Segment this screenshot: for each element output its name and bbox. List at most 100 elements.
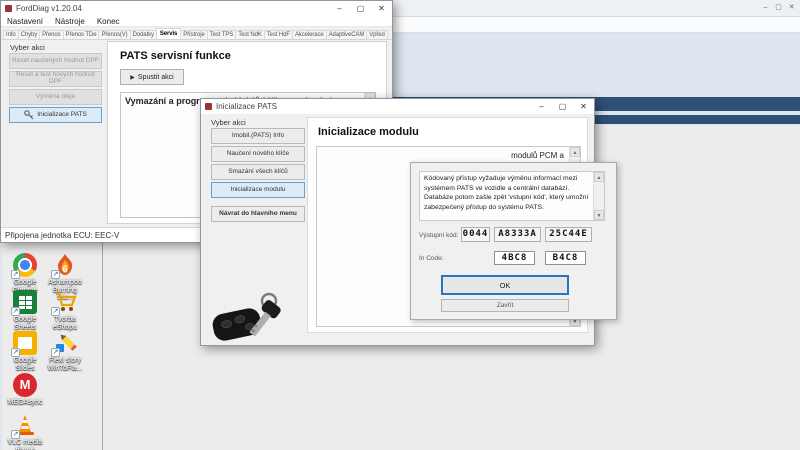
car-keys-image bbox=[209, 289, 304, 349]
pencil-icon: ↗ bbox=[53, 331, 77, 355]
action-button-dpf-reset[interactable]: Reset naučených hodnot DPF bbox=[9, 53, 102, 69]
desktop-icon-megasync[interactable]: M MEGAsync bbox=[6, 373, 44, 407]
slides-icon: ↗ bbox=[13, 331, 37, 355]
key-icon bbox=[24, 110, 34, 120]
incode-field-1[interactable]: 4BC8 bbox=[494, 251, 535, 265]
shortcut-arrow-icon: ↗ bbox=[11, 348, 20, 357]
mega-icon: M bbox=[13, 373, 37, 397]
ok-button[interactable]: OK bbox=[441, 275, 569, 295]
dialog-button-learn-key[interactable]: Naučení nového klíče bbox=[211, 146, 305, 162]
minimize-icon[interactable]: – bbox=[329, 1, 350, 16]
desktop-screen: ↗ Google Chrome 6 ↗ Ashampoo Burning Stu… bbox=[0, 0, 800, 450]
tab-test-ndk[interactable]: Test NdK bbox=[235, 30, 265, 39]
desktop-icon-wintoflash[interactable]: ↗ Flexi story WinToFla... bbox=[46, 331, 84, 372]
tab-prenos[interactable]: Přenos bbox=[39, 30, 63, 39]
scroll-up-icon[interactable]: ▲ bbox=[594, 172, 604, 182]
outcode-label: Výstupní kód: bbox=[419, 232, 458, 239]
dialog-title: Inicializace PATS bbox=[216, 102, 277, 111]
tab-vpred[interactable]: Vpřed bbox=[366, 30, 388, 39]
chrome-icon: ↗ bbox=[13, 253, 37, 277]
menu-konec[interactable]: Konec bbox=[97, 17, 120, 26]
pats-dialog: Inicializace PATS – ▢ ✕ Vyber akci Imobi… bbox=[200, 98, 595, 346]
action-button-label: Inicializace PATS bbox=[37, 112, 87, 119]
shortcut-arrow-icon: ↗ bbox=[11, 430, 20, 439]
dialog-button-back-to-menu[interactable]: Návrat do hlavního menu bbox=[211, 206, 305, 222]
incode-outcode-popup: Kódovaný přístup vyžaduje výměnu informa… bbox=[410, 162, 617, 320]
run-action-button[interactable]: ▶ Spustit akci bbox=[120, 69, 184, 85]
play-icon: ▶ bbox=[130, 74, 135, 81]
sheets-grid bbox=[18, 295, 32, 309]
tab-prenos-v[interactable]: Přenos(V) bbox=[98, 30, 130, 39]
shortcut-arrow-icon: ↗ bbox=[11, 307, 20, 316]
tab-servis-active[interactable]: Servis bbox=[156, 28, 181, 39]
desktop-icon-vlc[interactable]: ↗ VLC media player bbox=[6, 413, 44, 450]
desktop-icon-google-slides[interactable]: ↗ Google Slides bbox=[6, 331, 44, 372]
shopping-cart-icon: ↗ bbox=[53, 290, 77, 314]
desktop-icon-label: VLC media player bbox=[6, 439, 44, 450]
outcode-field-1: 0044 bbox=[461, 227, 490, 242]
outcode-field-3: 25C44E bbox=[545, 227, 592, 242]
dialog-title-bar[interactable]: Inicializace PATS – ▢ ✕ bbox=[201, 99, 594, 114]
close-icon[interactable]: ✕ bbox=[785, 0, 798, 16]
tab-test-hdf[interactable]: Test HdF bbox=[264, 30, 293, 39]
action-panel-label: Vyber akci bbox=[10, 43, 45, 52]
menu-nastroje[interactable]: Nástroje bbox=[55, 17, 85, 26]
desktop-icon-google-sheets[interactable]: ↗ Google Sheets bbox=[6, 290, 44, 331]
shortcut-arrow-icon: ↗ bbox=[51, 270, 60, 279]
sheets-icon: ↗ bbox=[13, 290, 37, 314]
window-title: FordDiag v1.20.04 bbox=[16, 4, 82, 13]
traffic-cone-icon: ↗ bbox=[13, 413, 37, 437]
run-action-label: Spustit akci bbox=[138, 74, 174, 81]
incode-field-2[interactable]: B4C8 bbox=[545, 251, 586, 265]
outcode-field-2: A8333A bbox=[494, 227, 541, 242]
dialog-content-panel: Inicializace modulu modulů PCM a vozidlu… bbox=[307, 117, 588, 333]
minimize-icon[interactable]: – bbox=[759, 0, 772, 16]
tab-adaptivecam[interactable]: AdaptiveCAM bbox=[326, 30, 368, 39]
dialog-action-label: Vyber akci bbox=[211, 118, 246, 127]
action-button-oil[interactable]: Výměna oleje bbox=[9, 89, 102, 105]
shortcut-arrow-icon: ↗ bbox=[11, 270, 20, 279]
maximize-icon[interactable]: ▢ bbox=[350, 1, 371, 16]
window-controls: – ▢ ✕ bbox=[329, 1, 392, 16]
close-button[interactable]: Zavřít bbox=[441, 299, 569, 312]
tab-test-tps[interactable]: Test TPS bbox=[207, 30, 236, 39]
dialog-button-pats-info[interactable]: Imobil.(PATS) Info bbox=[211, 128, 305, 144]
tab-dodatky[interactable]: Dodatky bbox=[130, 30, 157, 39]
desktop-icon-label: Tvorba eShopu bbox=[46, 316, 84, 331]
window-controls: – ▢ ✕ bbox=[531, 99, 594, 114]
dialog-icon bbox=[205, 103, 212, 110]
dialog-heading: Inicializace modulu bbox=[318, 126, 419, 138]
tab-akcelerace[interactable]: Akcelerace bbox=[292, 30, 327, 39]
dialog-button-init-module[interactable]: Inicializace modulu bbox=[211, 182, 305, 198]
close-icon[interactable]: ✕ bbox=[371, 1, 392, 16]
text-fragment: modulů PCM a bbox=[511, 151, 564, 160]
close-icon[interactable]: ✕ bbox=[573, 99, 594, 114]
shortcut-arrow-icon: ↗ bbox=[51, 348, 60, 357]
tab-strip: Info Chyby Přenos Přenos TDe Přenos(V) D… bbox=[1, 27, 392, 40]
coded-access-infobox[interactable]: Kódovaný přístup vyžaduje výměnu informa… bbox=[419, 171, 605, 221]
desktop-icon-label: Google Slides bbox=[6, 357, 44, 372]
minimize-icon[interactable]: – bbox=[531, 99, 552, 114]
tab-pristroje[interactable]: Přístroje bbox=[180, 30, 207, 39]
tab-prenos-tde[interactable]: Přenos TDe bbox=[63, 30, 100, 39]
scrollbar[interactable]: ▲ ▼ bbox=[593, 172, 604, 220]
forddiag-app-icon bbox=[5, 5, 12, 12]
action-button-dpf-test[interactable]: Reset a test nových hodnot DPF bbox=[9, 71, 102, 87]
tab-chyby[interactable]: Chyby bbox=[18, 30, 41, 39]
maximize-icon[interactable]: ▢ bbox=[552, 99, 573, 114]
flame-icon: 6 ↗ bbox=[53, 253, 77, 277]
desktop-icon-eshop[interactable]: ↗ Tvorba eShopu bbox=[46, 290, 84, 331]
action-button-pats-init[interactable]: Inicializace PATS bbox=[9, 107, 102, 123]
desktop-icon-label: Flexi story WinToFla... bbox=[46, 357, 84, 372]
scroll-down-icon[interactable]: ▼ bbox=[594, 210, 604, 220]
scroll-up-icon[interactable]: ▲ bbox=[570, 147, 580, 157]
desktop-icon-google-chrome[interactable]: ↗ Google Chrome bbox=[6, 253, 44, 294]
browser-window-controls: – ▢ ✕ bbox=[759, 0, 798, 16]
ecu-status-text: Připojena jednotka ECU: EEC-V bbox=[5, 231, 119, 240]
forddiag-title-bar[interactable]: FordDiag v1.20.04 – ▢ ✕ bbox=[1, 1, 392, 16]
maximize-icon[interactable]: ▢ bbox=[772, 0, 785, 16]
slides-inner bbox=[18, 337, 32, 349]
tab-info[interactable]: Info bbox=[3, 30, 19, 39]
dialog-button-erase-keys[interactable]: Smazání všech klíčů bbox=[211, 164, 305, 180]
menu-nastaveni[interactable]: Nastavení bbox=[7, 17, 43, 26]
